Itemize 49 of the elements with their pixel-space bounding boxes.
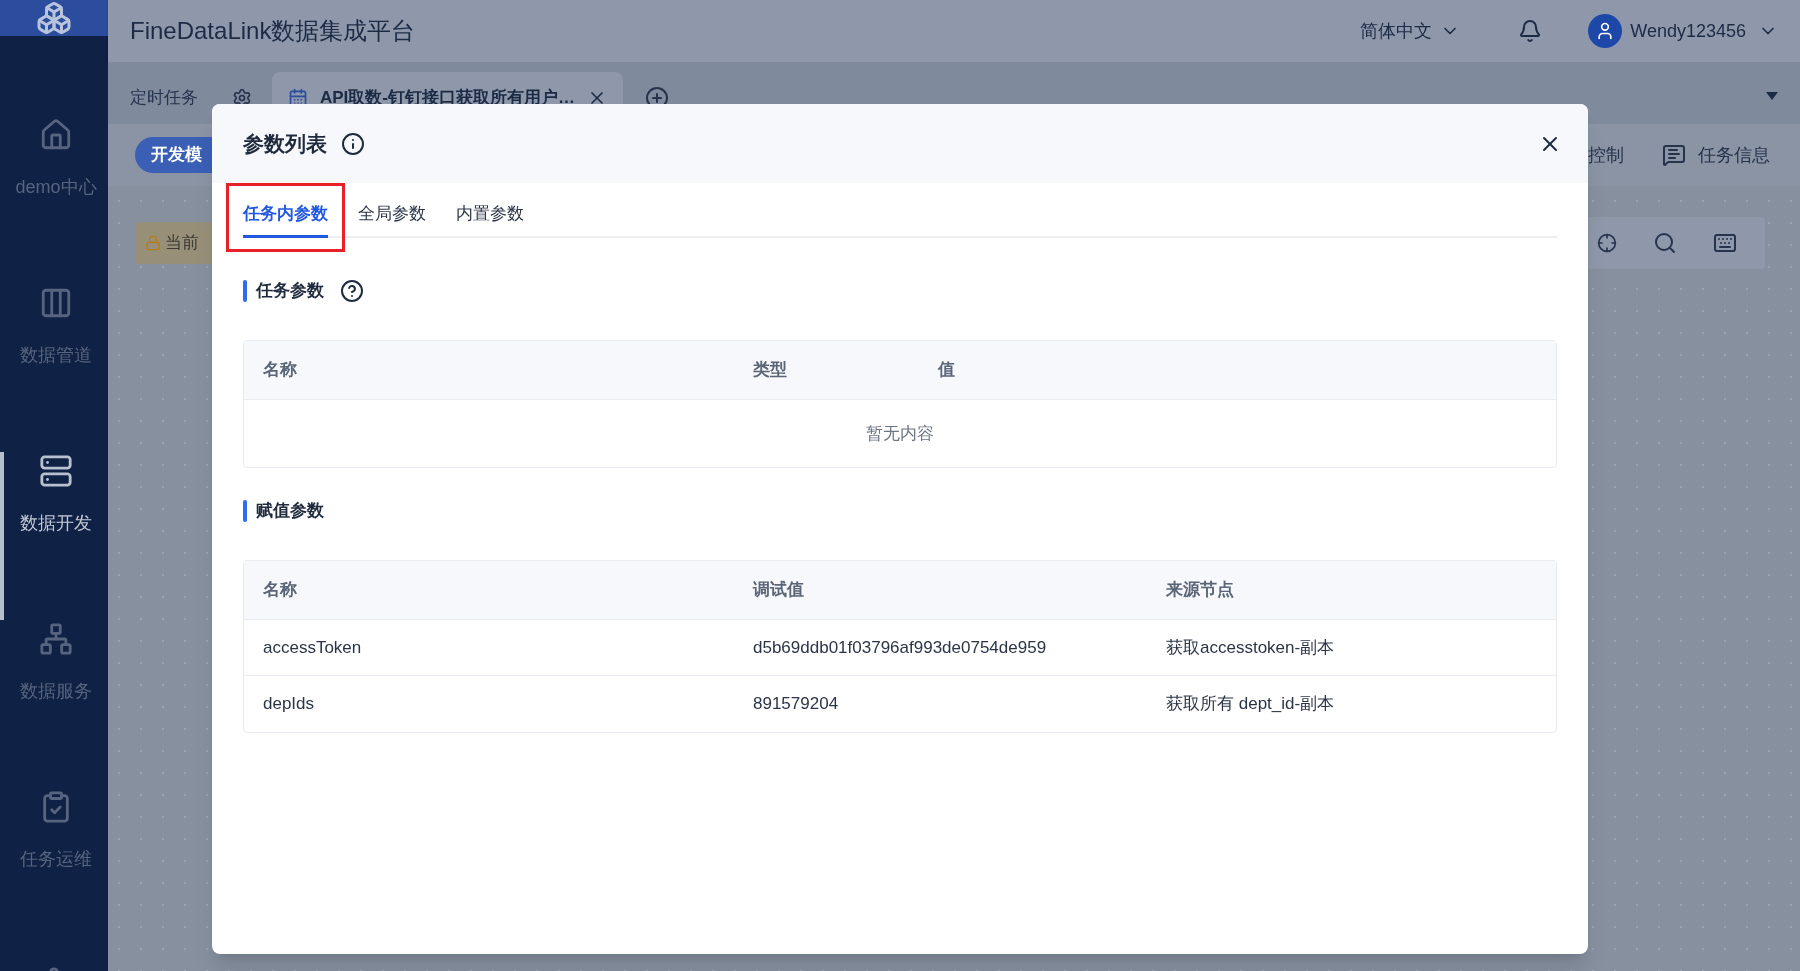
dialog-tab[interactable]: 内置参数 — [456, 193, 524, 238]
notice-banner: 当前 — [135, 222, 215, 264]
column-header: 名称 — [262, 359, 297, 382]
table-cell-text: 获取所有 dept_id-副本 — [1165, 693, 1335, 716]
sidebar-item[interactable]: 数据管道 — [0, 284, 108, 452]
sidebar-item[interactable]: 数据开发 — [0, 452, 108, 620]
column-header: 来源节点 — [1165, 579, 1234, 602]
column-header: 调试值 — [751, 579, 804, 602]
section-marker — [243, 500, 247, 522]
mode-button[interactable]: 开发模 — [135, 137, 215, 173]
dialog-tab[interactable]: 任务内参数 — [243, 193, 328, 238]
language-selector[interactable]: 简体中文 — [1360, 17, 1461, 45]
toolbar-label[interactable]: 任务信息 — [1698, 141, 1770, 169]
column-header: 值 — [937, 359, 955, 382]
help-icon[interactable] — [340, 279, 364, 303]
empty-text: 暂无内容 — [866, 422, 934, 445]
user-avatar[interactable] — [1588, 14, 1623, 48]
column-header: 名称 — [262, 579, 297, 602]
lock-icon — [145, 235, 161, 251]
info-icon[interactable] — [341, 131, 365, 156]
crosshair-icon[interactable] — [1597, 233, 1617, 253]
section-marker — [243, 280, 247, 302]
table-cell-text: d5b69ddb01f03796af993de0754de959 — [752, 636, 1047, 659]
sidebar-item[interactable]: 任务运维 — [0, 788, 108, 956]
table-cell-text: 891579204 — [752, 693, 839, 716]
network-icon — [39, 622, 73, 656]
sidebar-item[interactable]: 数据服务 — [0, 620, 108, 788]
notification-bell-icon[interactable] — [1518, 19, 1543, 43]
home-icon — [39, 118, 73, 152]
server-icon — [39, 454, 73, 488]
task-folder-label[interactable]: 定时任务 — [130, 85, 198, 111]
user-menu[interactable]: Wendy123456 — [1630, 17, 1778, 45]
cubes-logo-icon — [36, 0, 72, 36]
dialog-tab[interactable]: 全局参数 — [358, 193, 426, 238]
table-cell-text: 获取accesstoken-副本 — [1165, 636, 1335, 659]
table-cell-text: depIds — [262, 693, 315, 716]
section-title: 赋值参数 — [256, 500, 324, 523]
table-cell-text: accessToken — [262, 636, 362, 659]
sidebar-item[interactable]: demo中心 — [0, 116, 108, 284]
message-icon[interactable] — [1662, 143, 1686, 167]
keyboard-icon[interactable] — [1713, 231, 1737, 255]
columns-icon — [39, 286, 73, 320]
dropdown-triangle-icon[interactable] — [1766, 92, 1778, 100]
section-title: 任务参数 — [256, 280, 324, 303]
column-header: 类型 — [752, 359, 787, 382]
dialog-title: 参数列表 — [243, 130, 327, 157]
search-icon[interactable] — [1653, 231, 1677, 255]
toolbar-label[interactable]: 控制 — [1588, 141, 1624, 169]
app-title: FineDataLink数据集成平台 — [130, 16, 416, 46]
